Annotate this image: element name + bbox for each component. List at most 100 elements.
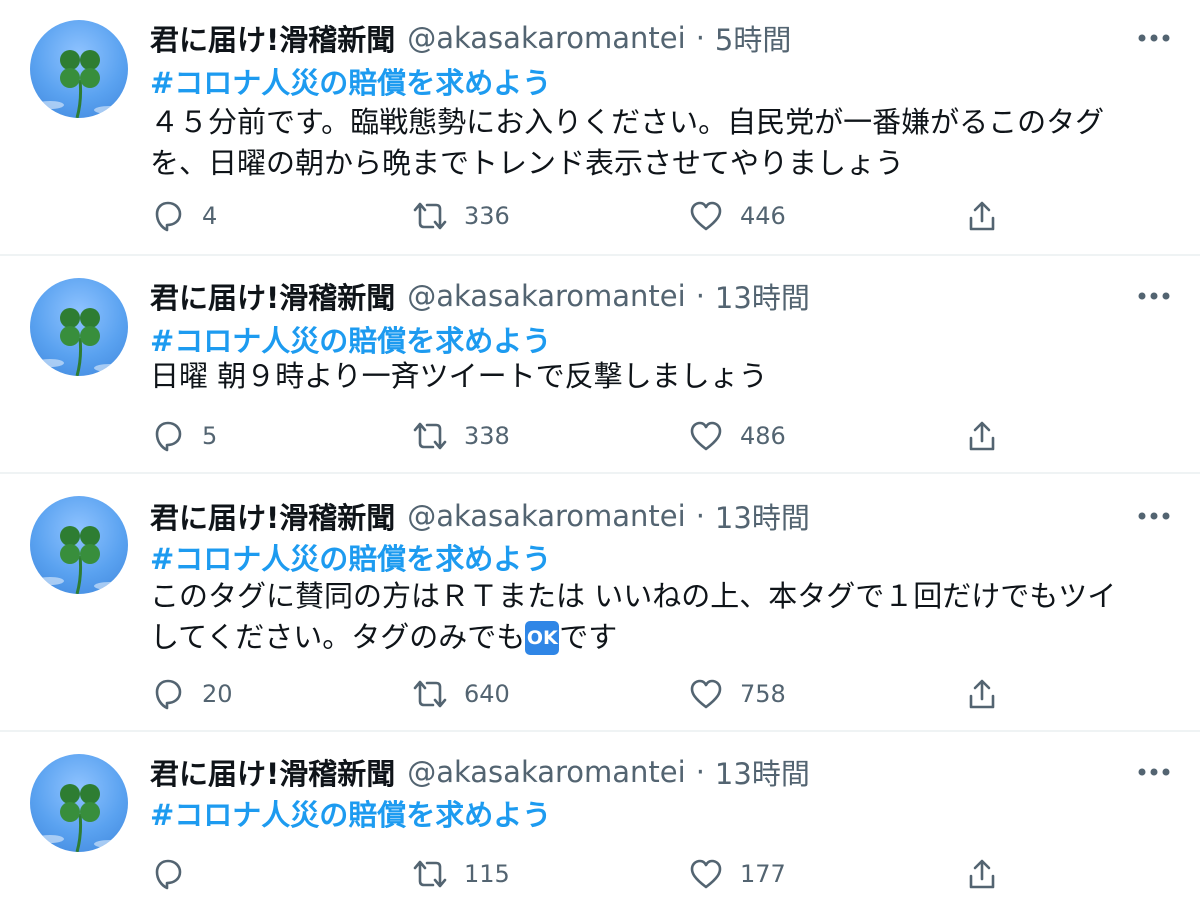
timestamp[interactable]: 13時間 <box>715 275 810 317</box>
more-horizontal-icon <box>1138 34 1170 42</box>
tweet-text: このタグに賛同の方はＲＴまたは いいねの上、本タグで１回だけでもツイ してくださ… <box>150 576 1160 658</box>
more-button[interactable] <box>1134 496 1174 536</box>
tweet-text-line: ４５分前です。臨戦態勢にお入りください。自民党が一番嫌がるこのタグ <box>150 105 1105 139</box>
action-bar: 20 640 758 <box>150 672 1010 716</box>
retweet-count: 338 <box>464 422 510 450</box>
four-leaf-clover-icon <box>36 50 126 118</box>
ok-emoji: OK <box>525 621 560 655</box>
reply-count: 20 <box>202 680 233 708</box>
tweet-text: 日曜 朝９時より一斉ツイートで反撃しましょう <box>150 356 1160 397</box>
like-count: 177 <box>740 860 786 888</box>
retweet-button[interactable]: 336 <box>412 194 510 238</box>
tweet[interactable]: 君に届け!滑稽新聞 @akasakaromantei · 13時間 #コロナ人災… <box>0 256 1200 474</box>
share-icon <box>964 198 1000 234</box>
four-leaf-clover-icon <box>36 308 126 376</box>
retweet-icon <box>412 198 448 234</box>
timestamp[interactable]: 13時間 <box>715 495 810 537</box>
tweet-text-line: してください。タグのみでもOKです <box>150 617 1160 658</box>
display-name[interactable]: 君に届け!滑稽新聞 <box>150 275 395 317</box>
like-count: 486 <box>740 422 786 450</box>
share-button[interactable] <box>964 414 1000 458</box>
user-handle[interactable]: @akasakaromantei <box>407 755 685 789</box>
tweet[interactable]: 君に届け!滑稽新聞 @akasakaromantei · 13時間 #コロナ人災… <box>0 732 1200 912</box>
tweet-text-segment: です <box>559 620 618 654</box>
heart-icon <box>688 856 724 892</box>
more-horizontal-icon <box>1138 768 1170 776</box>
user-handle[interactable]: @akasakaromantei <box>407 279 685 313</box>
tweet-text: ４５分前です。臨戦態勢にお入りください。自民党が一番嫌がるこのタグ を、日曜の朝… <box>150 102 1160 184</box>
like-button[interactable]: 486 <box>688 414 786 458</box>
like-count: 446 <box>740 202 786 230</box>
more-button[interactable] <box>1134 276 1174 316</box>
share-button[interactable] <box>964 672 1000 716</box>
avatar[interactable] <box>30 496 128 594</box>
heart-icon <box>688 198 724 234</box>
share-button[interactable] <box>964 852 1000 896</box>
tweet-header: 君に届け!滑稽新聞 @akasakaromantei · 13時間 <box>150 276 810 316</box>
action-bar: 5 338 486 <box>150 414 1010 458</box>
reply-icon <box>150 198 186 234</box>
avatar[interactable] <box>30 20 128 118</box>
reply-icon <box>150 418 186 454</box>
display-name[interactable]: 君に届け!滑稽新聞 <box>150 495 395 537</box>
tweet-header: 君に届け!滑稽新聞 @akasakaromantei · 13時間 <box>150 752 810 792</box>
reply-button[interactable]: 20 <box>150 672 233 716</box>
retweet-icon <box>412 676 448 712</box>
heart-icon <box>688 676 724 712</box>
tweet-text-line: を、日曜の朝から晩までトレンド表示させてやりましょう <box>150 146 905 180</box>
retweet-button[interactable]: 338 <box>412 414 510 458</box>
hashtag-link[interactable]: #コロナ人災の賠償を求めよう <box>150 318 551 360</box>
four-leaf-clover-icon <box>36 526 126 594</box>
tweet-text-line: 日曜 朝９時より一斉ツイートで反撃しましょう <box>150 359 768 393</box>
reply-count: 5 <box>202 422 218 450</box>
reply-icon <box>150 856 186 892</box>
like-count: 758 <box>740 680 786 708</box>
share-icon <box>964 856 1000 892</box>
avatar[interactable] <box>30 754 128 852</box>
like-button[interactable]: 758 <box>688 672 786 716</box>
tweet[interactable]: 君に届け!滑稽新聞 @akasakaromantei · 5時間 #コロナ人災の… <box>0 0 1200 256</box>
share-icon <box>964 418 1000 454</box>
tweet[interactable]: 君に届け!滑稽新聞 @akasakaromantei · 13時間 #コロナ人災… <box>0 474 1200 732</box>
reply-count: 4 <box>202 202 218 230</box>
tweet-text-segment: してください。タグのみでも <box>150 620 526 654</box>
avatar[interactable] <box>30 278 128 376</box>
timestamp[interactable]: 13時間 <box>715 751 810 793</box>
retweet-count: 640 <box>464 680 510 708</box>
heart-icon <box>688 418 724 454</box>
four-leaf-clover-icon <box>36 784 126 852</box>
tweet-header: 君に届け!滑稽新聞 @akasakaromantei · 13時間 <box>150 496 810 536</box>
display-name[interactable]: 君に届け!滑稽新聞 <box>150 17 395 59</box>
retweet-button[interactable]: 115 <box>412 852 510 896</box>
hashtag-link[interactable]: #コロナ人災の賠償を求めよう <box>150 536 551 578</box>
display-name[interactable]: 君に届け!滑稽新聞 <box>150 751 395 793</box>
share-button[interactable] <box>964 194 1000 238</box>
hashtag-link[interactable]: #コロナ人災の賠償を求めよう <box>150 792 551 834</box>
more-horizontal-icon <box>1138 292 1170 300</box>
user-handle[interactable]: @akasakaromantei <box>407 499 685 533</box>
retweet-button[interactable]: 640 <box>412 672 510 716</box>
reply-button[interactable]: 5 <box>150 414 217 458</box>
reply-button[interactable] <box>150 852 202 896</box>
action-bar: 4 336 446 <box>150 194 1010 238</box>
more-button[interactable] <box>1134 752 1174 792</box>
tweet-text-line: このタグに賛同の方はＲＴまたは いいねの上、本タグで１回だけでもツイ <box>150 579 1117 613</box>
share-icon <box>964 676 1000 712</box>
user-handle[interactable]: @akasakaromantei <box>407 21 685 55</box>
like-button[interactable]: 177 <box>688 852 786 896</box>
retweet-icon <box>412 418 448 454</box>
timestamp[interactable]: 5時間 <box>715 17 791 59</box>
reply-icon <box>150 676 186 712</box>
more-horizontal-icon <box>1138 512 1170 520</box>
tweet-header: 君に届け!滑稽新聞 @akasakaromantei · 5時間 <box>150 18 791 58</box>
separator: · <box>695 755 705 789</box>
retweet-count: 336 <box>464 202 510 230</box>
retweet-count: 115 <box>464 860 510 888</box>
like-button[interactable]: 446 <box>688 194 786 238</box>
reply-button[interactable]: 4 <box>150 194 217 238</box>
separator: · <box>695 21 705 55</box>
retweet-icon <box>412 856 448 892</box>
more-button[interactable] <box>1134 18 1174 58</box>
tweet-feed: 君に届け!滑稽新聞 @akasakaromantei · 5時間 #コロナ人災の… <box>0 0 1200 912</box>
hashtag-link[interactable]: #コロナ人災の賠償を求めよう <box>150 60 551 102</box>
